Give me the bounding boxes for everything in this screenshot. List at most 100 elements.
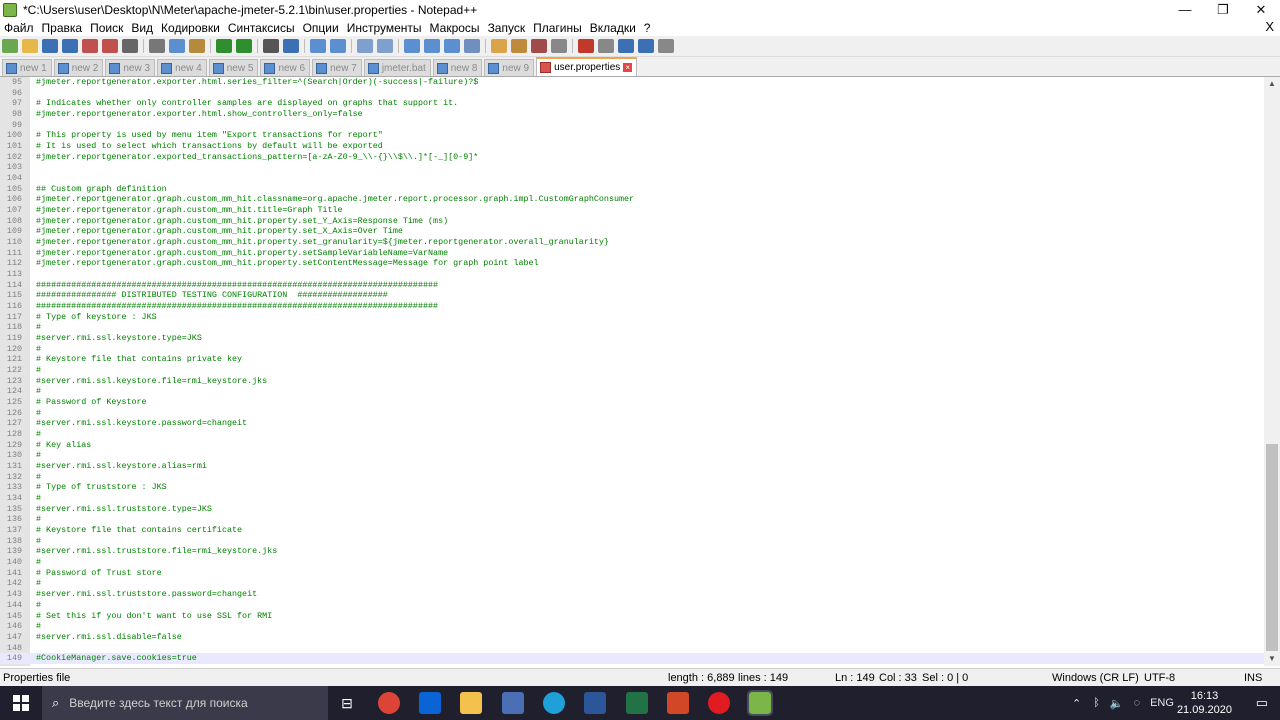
replace-icon[interactable]: [283, 39, 299, 53]
copy-icon[interactable]: [169, 39, 185, 53]
code-line[interactable]: 110 #jmeter.reportgenerator.graph.custom_…: [0, 237, 1264, 248]
monitor-icon[interactable]: [551, 39, 567, 53]
tab-new-2[interactable]: new 2: [53, 59, 104, 76]
code-line[interactable]: 119 #server.rmi.ssl.keystore.type=JKS: [0, 333, 1264, 344]
menu-item[interactable]: Опции: [299, 21, 343, 35]
code-line[interactable]: 98 #jmeter.reportgenerator.exporter.html.…: [0, 109, 1264, 120]
tab-new-6[interactable]: new 6: [260, 59, 311, 76]
menu-item[interactable]: Кодировки: [157, 21, 224, 35]
menu-item[interactable]: ?: [640, 21, 655, 35]
code-line[interactable]: 95 #jmeter.reportgenerator.exporter.html.…: [0, 77, 1264, 88]
chrome-icon[interactable]: [378, 692, 400, 714]
record-macro-icon[interactable]: [578, 39, 594, 53]
zoom-in-icon[interactable]: [310, 39, 326, 53]
tab-new-7[interactable]: new 7: [312, 59, 362, 76]
code-line[interactable]: 105 ## Custom graph definition: [0, 184, 1264, 195]
close-button[interactable]: ✕: [1242, 0, 1280, 19]
code-line[interactable]: 121 # Keystore file that contains private…: [0, 354, 1264, 365]
show-all-chars-icon[interactable]: [424, 39, 440, 53]
code-line[interactable]: 115 ################ DISTRIBUTED TESTING …: [0, 290, 1264, 301]
taskbar-search[interactable]: ⌕ Введите здесь текст для поиска: [42, 686, 328, 720]
save-all-icon[interactable]: [62, 39, 78, 53]
scrollbar-thumb[interactable]: [1266, 444, 1278, 651]
code-line[interactable]: 142 #: [0, 578, 1264, 589]
code-line[interactable]: 144 #: [0, 600, 1264, 611]
language-indicator[interactable]: ENG: [1150, 697, 1174, 709]
start-button[interactable]: [0, 686, 42, 720]
code-line[interactable]: 135 #server.rmi.ssl.truststore.type=JKS: [0, 504, 1264, 515]
code-line[interactable]: 99: [0, 120, 1264, 131]
indent-guide-icon[interactable]: [444, 39, 460, 53]
menu-item[interactable]: Поиск: [86, 21, 127, 35]
save-icon[interactable]: [42, 39, 58, 53]
status-eol[interactable]: Windows (CR LF): [1052, 672, 1139, 684]
function-list-icon[interactable]: [491, 39, 507, 53]
code-line[interactable]: 129 # Key alias: [0, 440, 1264, 451]
folder-workspace-icon[interactable]: [511, 39, 527, 53]
menu-item[interactable]: Файл: [0, 21, 38, 35]
code-line[interactable]: 131 #server.rmi.ssl.keystore.alias=rmi: [0, 461, 1264, 472]
tab-new-8[interactable]: new 8: [432, 59, 483, 76]
status-insert-mode[interactable]: INS: [1244, 672, 1262, 684]
code-line[interactable]: 147 #server.rmi.ssl.disable=false: [0, 632, 1264, 643]
code-line[interactable]: 116 #####################################…: [0, 301, 1264, 312]
code-line[interactable]: 141 # Password of Trust store: [0, 568, 1264, 579]
undo-icon[interactable]: [216, 39, 232, 53]
tab-new-3[interactable]: new 3: [105, 59, 156, 76]
volume-icon[interactable]: 🔈: [1110, 697, 1124, 710]
tab-user-properties[interactable]: user.properties ×: [536, 57, 638, 76]
menu-item[interactable]: Вкладки: [586, 21, 640, 35]
paste-icon[interactable]: [189, 39, 205, 53]
redo-icon[interactable]: [236, 39, 252, 53]
code-line[interactable]: 143 #server.rmi.ssl.truststore.password=c…: [0, 589, 1264, 600]
code-line[interactable]: 97 # Indicates whether only controller sa…: [0, 98, 1264, 109]
sync-horizontal-icon[interactable]: [377, 39, 393, 53]
word-icon[interactable]: [584, 692, 606, 714]
code-line[interactable]: 100 # This property is used by menu item …: [0, 130, 1264, 141]
close-document-button[interactable]: X: [1265, 19, 1274, 34]
code-line[interactable]: 130 #: [0, 450, 1264, 461]
scroll-up-arrow-icon[interactable]: ▲: [1264, 77, 1280, 91]
tab-new-4[interactable]: new 4: [157, 59, 207, 76]
code-line[interactable]: 137 # Keystore file that contains certifi…: [0, 525, 1264, 536]
chevron-up-icon[interactable]: ⌃: [1072, 697, 1081, 710]
notepadpp-taskbar-icon[interactable]: [747, 690, 773, 716]
code-line[interactable]: 122 #: [0, 365, 1264, 376]
menu-item[interactable]: Вид: [127, 21, 157, 35]
code-line[interactable]: 128 #: [0, 429, 1264, 440]
code-line[interactable]: 113: [0, 269, 1264, 280]
powerpoint-icon[interactable]: [667, 692, 689, 714]
run-macro-multiple-icon[interactable]: [638, 39, 654, 53]
code-line[interactable]: 104: [0, 173, 1264, 184]
code-line[interactable]: 136 #: [0, 514, 1264, 525]
notifications-icon[interactable]: ▭: [1256, 695, 1268, 711]
code-line[interactable]: 145 # Set this if you don't want to use S…: [0, 611, 1264, 622]
code-line[interactable]: 106 #jmeter.reportgenerator.graph.custom_…: [0, 194, 1264, 205]
word-wrap-icon[interactable]: [404, 39, 420, 53]
code-line[interactable]: 114 #####################################…: [0, 280, 1264, 291]
code-line[interactable]: 112 #jmeter.reportgenerator.graph.custom_…: [0, 258, 1264, 269]
new-file-icon[interactable]: [2, 39, 18, 53]
code-line[interactable]: 124 #: [0, 386, 1264, 397]
excel-icon[interactable]: [626, 692, 648, 714]
mail-icon[interactable]: [419, 692, 441, 714]
opera-icon[interactable]: [708, 692, 730, 714]
clock[interactable]: 16:13 21.09.2020: [1177, 689, 1232, 717]
code-line[interactable]: 138 #: [0, 536, 1264, 547]
menu-item[interactable]: Плагины: [529, 21, 586, 35]
sync-vertical-icon[interactable]: [357, 39, 373, 53]
code-line[interactable]: 125 # Password of Keystore: [0, 397, 1264, 408]
scroll-down-arrow-icon[interactable]: ▼: [1264, 652, 1280, 666]
code-line[interactable]: 120 #: [0, 344, 1264, 355]
code-line[interactable]: 103: [0, 162, 1264, 173]
status-encoding[interactable]: UTF-8: [1144, 672, 1175, 684]
code-line[interactable]: 132 #: [0, 472, 1264, 483]
code-line[interactable]: 127 #server.rmi.ssl.keystore.password=cha…: [0, 418, 1264, 429]
menu-item[interactable]: Инструменты: [343, 21, 426, 35]
menu-item[interactable]: Синтаксисы: [224, 21, 299, 35]
play-macro-icon[interactable]: [618, 39, 634, 53]
print-icon[interactable]: [122, 39, 138, 53]
task-view-icon[interactable]: ⊟: [336, 692, 358, 714]
menu-item[interactable]: Макросы: [426, 21, 484, 35]
code-line[interactable]: 111 #jmeter.reportgenerator.graph.custom_…: [0, 248, 1264, 259]
